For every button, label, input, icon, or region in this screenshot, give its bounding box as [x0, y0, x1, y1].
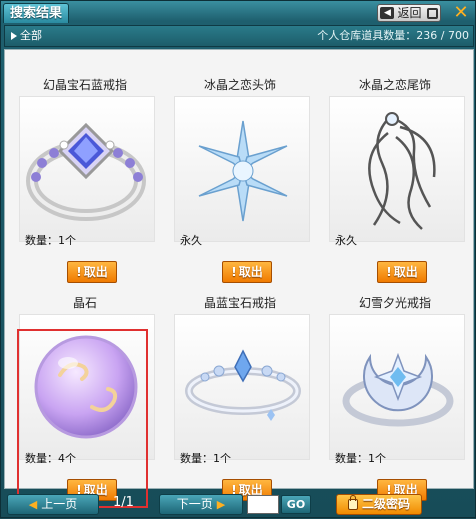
item-card: 幻晶宝石蓝戒指 数量：1个 ! 取出 [15, 66, 169, 288]
ring-blue-gem-icon [26, 122, 146, 221]
back-button[interactable]: ◀ 返回 [377, 4, 441, 22]
triangle-right-icon [11, 32, 17, 40]
item-card: 冰晶之恋头饰 永久 ! 取出 [170, 66, 324, 288]
lock-icon [347, 495, 358, 510]
prev-page-button[interactable]: ◀ 上一页 [7, 494, 99, 515]
item-quantity: 数量：1个 [335, 452, 386, 465]
item-image[interactable] [19, 96, 155, 242]
secondary-password-label: 二级密码 [361, 497, 410, 511]
item-quantity: 数量：1个 [180, 452, 231, 465]
item-card: 晶石 数量：4个 ! 取出 [15, 284, 169, 506]
take-out-button[interactable]: ! 取出 [67, 261, 117, 283]
exclamation-icon: ! [76, 265, 82, 279]
crystal-orb-icon [34, 335, 138, 439]
ice-crystal-headwear-icon [198, 120, 288, 222]
window-title: 搜索结果 [3, 3, 70, 23]
ring-crystal-blue-icon [185, 349, 301, 421]
item-quantity: 永久 [180, 234, 202, 247]
take-out-label: 取出 [238, 265, 263, 279]
next-page-label: 下一页 [176, 497, 213, 511]
chevron-right-icon: ▶ [216, 498, 226, 511]
item-card: 幻雪夕光戒指 数量：1个 ! 取出 [325, 284, 476, 506]
item-image[interactable] [174, 96, 310, 242]
item-name: 冰晶之恋尾饰 [358, 78, 431, 92]
category-bar: 全部 个人仓库道具数量：236 / 700 [4, 25, 474, 47]
window-icon [426, 7, 438, 19]
pagination-bar: ◀ 上一页 1/1 下一页 ▶ GO 二级密码 [1, 491, 476, 519]
item-image[interactable] [329, 314, 465, 460]
exclamation-icon: ! [231, 265, 237, 279]
item-image[interactable] [174, 314, 310, 460]
chevron-left-icon: ◀ [28, 498, 38, 511]
exclamation-icon: ! [386, 265, 392, 279]
ice-crystal-tail-icon [368, 112, 436, 230]
search-results-window: 搜索结果 ◀ 返回 ✕ 全部 个人仓库道具数量：236 / 700 幻晶宝石蓝戒… [0, 0, 476, 518]
back-label: 返回 [397, 6, 422, 20]
secondary-password-button[interactable]: 二级密码 [336, 494, 422, 515]
page-indicator: 1/1 [113, 495, 134, 510]
item-name: 晶蓝宝石戒指 [203, 296, 276, 310]
category-label: 全部 [20, 29, 42, 42]
item-name: 晶石 [72, 296, 97, 310]
go-button[interactable]: GO [281, 495, 311, 514]
close-button[interactable]: ✕ [451, 3, 471, 23]
ring-moon-star-icon [342, 352, 454, 427]
item-grid: 幻晶宝石蓝戒指 数量：1个 ! 取出 冰晶之恋头饰 永久 ! 取出 冰晶之恋尾饰… [4, 49, 476, 508]
take-out-button[interactable]: ! 取出 [222, 261, 272, 283]
storage-count: 个人仓库道具数量：236 / 700 [317, 29, 469, 42]
item-image[interactable] [329, 96, 465, 242]
item-quantity: 永久 [335, 234, 357, 247]
take-out-button[interactable]: ! 取出 [377, 261, 427, 283]
item-name: 幻晶宝石蓝戒指 [42, 78, 127, 92]
prev-page-label: 上一页 [41, 497, 78, 511]
take-out-label: 取出 [393, 265, 418, 279]
item-name: 幻雪夕光戒指 [358, 296, 431, 310]
titlebar: 搜索结果 ◀ 返回 ✕ [1, 1, 476, 23]
next-page-button[interactable]: 下一页 ▶ [159, 494, 243, 515]
item-quantity: 数量：1个 [25, 234, 76, 247]
item-card: 冰晶之恋尾饰 永久 ! 取出 [325, 66, 476, 288]
back-arrow-icon: ◀ [380, 7, 395, 19]
take-out-label: 取出 [83, 265, 108, 279]
item-quantity: 数量：4个 [25, 452, 76, 465]
item-name: 冰晶之恋头饰 [203, 78, 276, 92]
category-filter[interactable]: 全部 [11, 26, 42, 46]
item-card: 晶蓝宝石戒指 数量：1个 ! 取出 [170, 284, 324, 506]
page-number-input[interactable] [247, 495, 279, 514]
item-image[interactable] [19, 314, 155, 460]
